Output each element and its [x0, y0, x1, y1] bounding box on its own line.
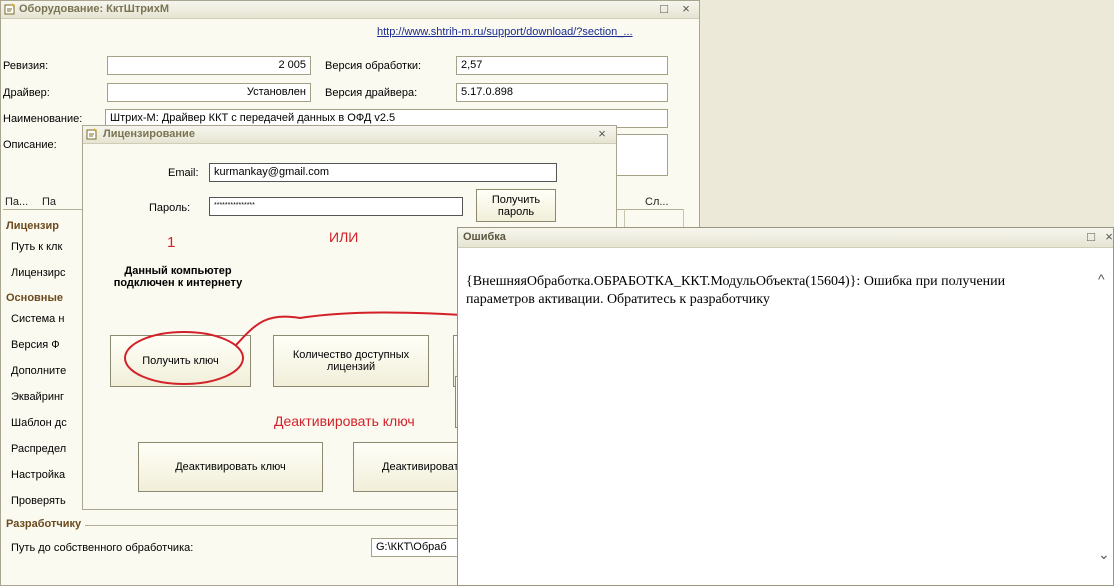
close-icon[interactable]: ×: [1102, 230, 1114, 244]
get-key-highlight-circle: [124, 331, 244, 385]
error-dialog: Ошибка □ × {ВнешняяОбработка.ОБРАБОТКА_К…: [457, 227, 1114, 586]
annotation-arrow: [235, 311, 479, 346]
scroll-down-icon[interactable]: ⌄: [1098, 546, 1110, 563]
error-dialog-titlebar: Ошибка □ ×: [458, 228, 1113, 248]
error-message: {ВнешняяОбработка.ОБРАБОТКА_ККТ.МодульОб…: [466, 274, 1006, 307]
error-dialog-title: Ошибка: [463, 231, 506, 243]
maximize-icon[interactable]: □: [1084, 230, 1098, 244]
scroll-up-icon[interactable]: ^: [1098, 271, 1105, 287]
